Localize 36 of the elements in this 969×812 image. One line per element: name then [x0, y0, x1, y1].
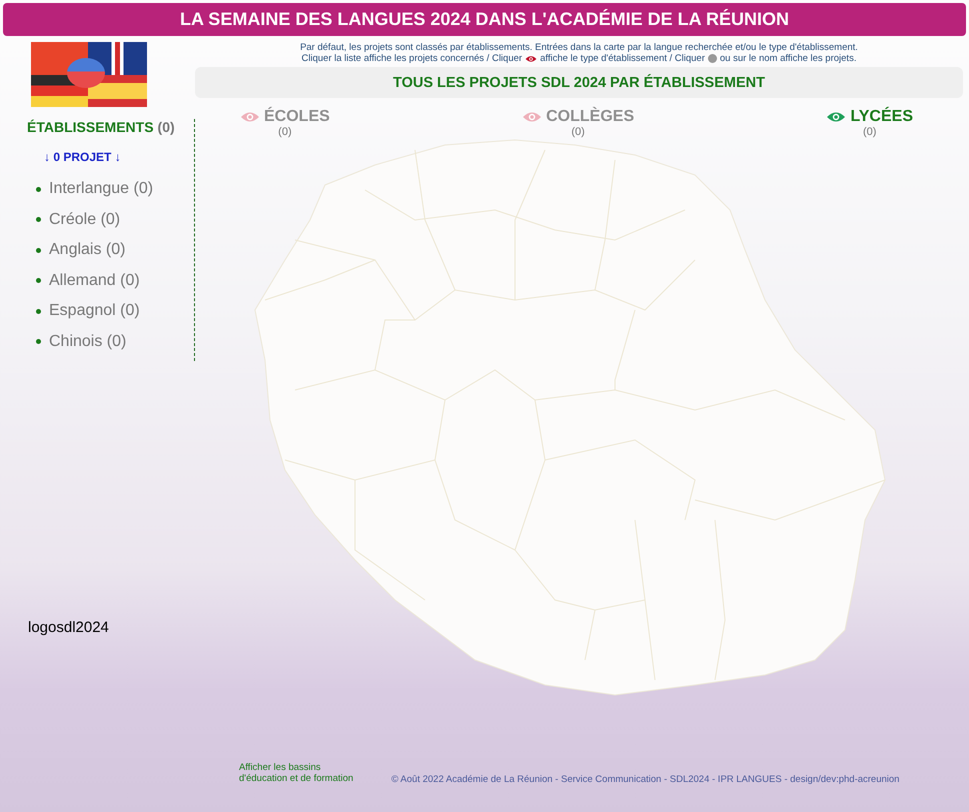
- help-text: affiche le type d'établissement / Cliquer: [540, 53, 705, 64]
- page-title: LA SEMAINE DES LANGUES 2024 DANS L'ACADÉMIE DE LA RÉUNION: [3, 3, 966, 36]
- language-link[interactable]: Espagnol (0): [49, 302, 140, 320]
- help-text: Cliquer la liste affiche les projets concernés / Cliquer: [302, 53, 522, 64]
- credits-text: © Août 2022 Académie de La Réunion - Service Communication - SDL2024 - IPR LANGUES - design/dev:phd-acreunion: [391, 774, 900, 785]
- help-text: Par défaut, les projets sont classés par établissements. Entrées dans la carte par la langue recherchée et/ou le type d'établissement.: [299, 42, 859, 53]
- language-link[interactable]: Allemand (0): [49, 272, 140, 290]
- category-count: (0): [862, 126, 876, 138]
- language-link[interactable]: Chinois (0): [49, 332, 126, 351]
- sidebar-count: (0): [158, 119, 175, 135]
- logo-alt-text: logosdl2024: [28, 619, 110, 636]
- banner-title: TOUS LES PROJETS SDL 2024 PAR ÉTABLISSEMENT: [195, 67, 963, 98]
- category-count: (0): [571, 126, 585, 138]
- eye-icon: [522, 111, 542, 123]
- basins-link[interactable]: Afficher les bassins: [239, 762, 354, 773]
- sidebar-heading[interactable]: ÉTABLISSEMENTS: [27, 119, 154, 135]
- bullet-icon: [36, 217, 41, 222]
- language-link[interactable]: Interlangue (0): [49, 180, 154, 198]
- eye-icon: [826, 111, 846, 123]
- project-count: ↓ 0 PROJET ↓: [43, 150, 122, 164]
- category-tab[interactable]: LYCÉES: [826, 108, 913, 126]
- dot-icon: [708, 54, 717, 63]
- bullet-icon: [36, 278, 41, 284]
- bullet-icon: [36, 186, 41, 192]
- bullet-icon: [36, 308, 41, 314]
- bullet-icon: [36, 248, 41, 253]
- basins-link[interactable]: d'éducation et de formation: [239, 773, 354, 784]
- help-text: ou sur le nom affiche les projets.: [720, 53, 856, 64]
- bullet-icon: [36, 339, 41, 344]
- category-tab[interactable]: ÉCOLES: [240, 108, 330, 126]
- language-link[interactable]: Anglais (0): [49, 241, 126, 260]
- language-link[interactable]: Créole (0): [49, 210, 120, 229]
- category-tab[interactable]: COLLÈGES: [522, 108, 634, 126]
- eye-icon: [240, 111, 260, 123]
- category-count: (0): [278, 126, 292, 138]
- eye-icon: [525, 54, 538, 62]
